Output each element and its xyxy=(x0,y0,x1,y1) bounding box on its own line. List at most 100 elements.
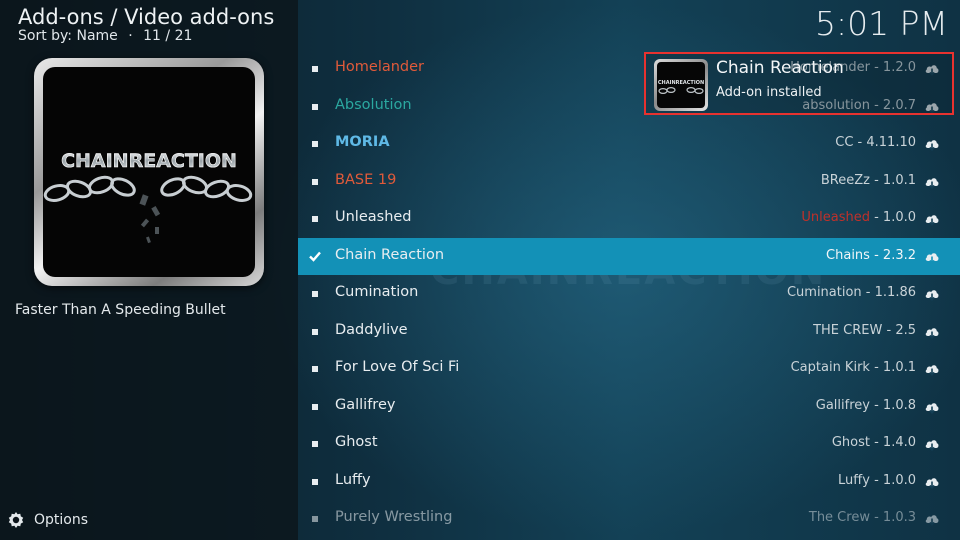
addon-name: Cumination xyxy=(335,284,419,300)
addon-author: Luffy xyxy=(838,472,870,488)
author-version-separator: - xyxy=(869,397,883,413)
addon-list-item[interactable]: Luffy Luffy - 1.0.0 xyxy=(298,463,960,501)
addon-name: Purely Wrestling xyxy=(335,509,453,525)
addon-list-item[interactable]: Gallifrey Gallifrey - 1.0.8 xyxy=(298,388,960,426)
svg-text:CHAINREACTION: CHAINREACTION xyxy=(658,80,704,86)
author-version-separator: - xyxy=(869,247,883,263)
sort-info: Sort by: Name · 11 / 21 xyxy=(18,28,192,44)
addon-name: For Love Of Sci Fi xyxy=(335,359,460,375)
author-version-separator: - xyxy=(869,210,883,225)
addon-list-item[interactable]: Purely Wrestling The Crew - 1.0.3 xyxy=(298,500,960,538)
bullet-icon xyxy=(312,103,318,110)
addon-author: THE CREW xyxy=(813,322,883,338)
addon-version: 1.0.3 xyxy=(882,510,916,525)
chain-reaction-logo: CHAINREACTION xyxy=(658,80,704,95)
addon-thumbnail: CHAINREACTION xyxy=(34,58,264,286)
notification-title: Chain Reaction xyxy=(716,58,844,78)
sort-label: Sort by: Name xyxy=(18,28,118,44)
gear-icon xyxy=(8,512,24,528)
cloud-download-icon xyxy=(925,140,939,151)
cloud-download-icon xyxy=(925,327,939,339)
addon-author: Unleashed xyxy=(801,210,870,225)
addon-author: Cumination xyxy=(786,285,862,300)
bullet-icon xyxy=(312,478,318,485)
bullet-icon xyxy=(312,291,318,297)
chain-reaction-logo: CHAINREACTION xyxy=(43,150,253,244)
addon-name: BASE 19 xyxy=(335,171,397,188)
author-version-separator: - xyxy=(869,472,883,488)
addon-author-version: BReeZz - 1.0.1 xyxy=(821,173,916,188)
notification-message: Add-on installed xyxy=(716,85,822,100)
cloud-download-icon xyxy=(925,290,939,301)
addon-author-version: CC - 4.11.10 xyxy=(835,135,916,150)
cloud-download-icon xyxy=(925,215,939,226)
options-button[interactable]: Options xyxy=(7,511,88,529)
cloud-download-icon xyxy=(925,365,939,376)
addon-author: Captain Kirk xyxy=(790,360,870,375)
author-version-separator: - xyxy=(882,322,896,338)
addon-list-item[interactable]: Daddylive THE CREW - 2.5 xyxy=(298,313,960,351)
addon-version: 1.4.0 xyxy=(882,435,916,450)
author-version-separator: - xyxy=(869,510,883,525)
author-version-separator: - xyxy=(869,435,883,450)
options-label: Options xyxy=(34,512,89,528)
bullet-icon xyxy=(312,66,318,72)
addon-author-version: Captain Kirk - 1.0.1 xyxy=(791,360,916,375)
cloud-download-icon xyxy=(925,402,939,414)
addon-list-item[interactable]: Unleashed Unleashed - 1.0.0 xyxy=(298,200,960,238)
cloud-download-icon xyxy=(925,515,939,526)
addon-name: Chain Reaction xyxy=(335,246,445,263)
addon-author-version: Chains - 2.3.2 xyxy=(826,248,916,263)
cloud-download-icon xyxy=(925,477,939,489)
cloud-download-icon xyxy=(925,252,939,264)
addon-name: MORIA xyxy=(335,134,390,150)
notification-addon-icon: CHAINREACTION xyxy=(654,59,708,111)
addon-author: BReeZz xyxy=(820,172,870,188)
sort-separator: · xyxy=(128,28,133,44)
addon-name: Absolution xyxy=(335,96,412,113)
cloud-download-icon xyxy=(925,177,939,189)
bullet-icon xyxy=(312,366,318,372)
cloud-download-icon xyxy=(925,440,939,451)
addon-list-item[interactable]: For Love Of Sci Fi Captain Kirk - 1.0.1 xyxy=(298,350,960,388)
addon-author-version: Ghost - 1.4.0 xyxy=(832,435,916,450)
bullet-icon xyxy=(312,441,318,447)
addon-name: Ghost xyxy=(335,434,378,450)
addon-author: The Crew xyxy=(808,510,870,525)
addon-name: Homelander xyxy=(335,59,425,75)
bullet-icon xyxy=(312,216,318,222)
addon-version: 2.3.2 xyxy=(882,247,916,263)
notification-toast: CHAINREACTION Chain Reaction Add-on inst… xyxy=(644,52,954,115)
addon-author-version: Luffy - 1.0.0 xyxy=(838,473,916,488)
addon-author: Ghost xyxy=(831,435,870,450)
bullet-icon xyxy=(312,141,318,147)
addon-version: 1.0.0 xyxy=(882,472,916,488)
addon-author-version: Unleashed - 1.0.0 xyxy=(801,210,916,225)
author-version-separator: - xyxy=(861,285,875,300)
addon-author: Gallifrey xyxy=(815,397,870,413)
clock: 5:01 PM xyxy=(815,4,948,43)
info-panel: CHAINREACTION xyxy=(0,0,298,540)
addon-list-item[interactable]: Cumination Cumination - 1.1.86 xyxy=(298,275,960,313)
list-position: 11 / 21 xyxy=(143,28,193,44)
bullet-icon xyxy=(312,178,318,185)
addon-author-version: Cumination - 1.1.86 xyxy=(787,285,916,300)
addon-name: Luffy xyxy=(335,471,371,488)
addon-author: CC xyxy=(835,135,854,150)
addon-description: Faster Than A Speeding Bullet xyxy=(15,302,226,318)
addon-version: 4.11.10 xyxy=(866,135,916,150)
addon-list-item[interactable]: Chain Reaction Chains - 2.3.2 xyxy=(298,237,960,275)
addon-version: 1.0.0 xyxy=(882,210,916,225)
checkmark-icon xyxy=(309,251,321,262)
addon-list-item[interactable]: MORIA CC - 4.11.10 xyxy=(298,125,960,163)
addon-version: 2.5 xyxy=(895,322,916,338)
svg-text:CHAINREACTION: CHAINREACTION xyxy=(61,150,237,172)
addon-name: Daddylive xyxy=(335,321,408,338)
addon-list-item[interactable]: BASE 19 BReeZz - 1.0.1 xyxy=(298,163,960,201)
addon-name: Unleashed xyxy=(335,209,412,225)
author-version-separator: - xyxy=(869,172,883,188)
page-title: Add-ons / Video add-ons xyxy=(18,5,275,29)
addon-list-item[interactable]: Ghost Ghost - 1.4.0 xyxy=(298,425,960,463)
addon-author-version: The Crew - 1.0.3 xyxy=(809,510,916,525)
addon-author-version: Gallifrey - 1.0.8 xyxy=(816,398,916,413)
